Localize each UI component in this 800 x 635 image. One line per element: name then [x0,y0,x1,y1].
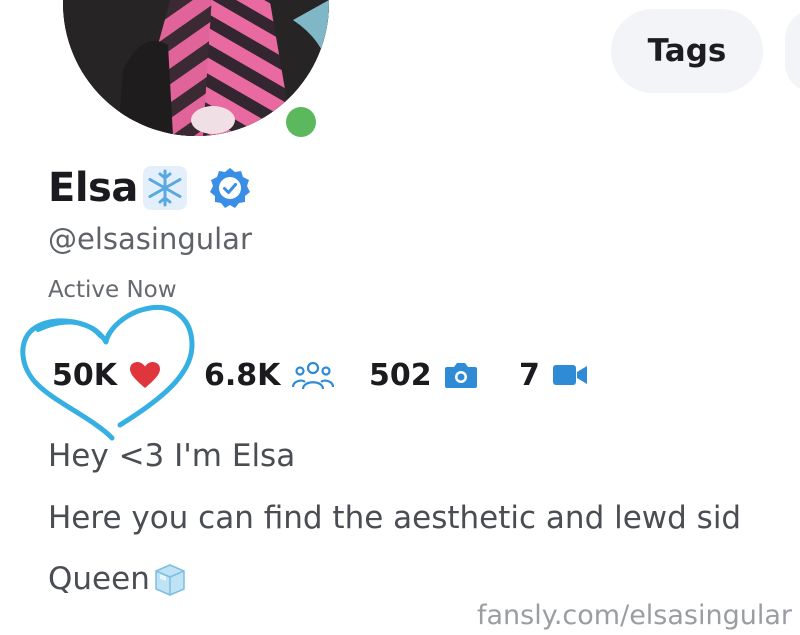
tab-tags-label: Tags [647,33,727,69]
snowflake-emoji-icon [142,166,187,210]
camera-icon [444,363,477,388]
bio-line-2: Here you can find the aesthetic and lewd… [48,500,742,536]
username-handle: @elsasingular [48,222,252,256]
ice-cube-emoji-icon [155,564,185,596]
tab-tags[interactable]: Tags [611,9,763,93]
bio-line-3: Queen [48,561,188,597]
fans-stat[interactable]: 6.8K [204,358,369,393]
display-name: Elsa [48,165,138,211]
photos-stat[interactable]: 502 [369,358,519,393]
verified-badge-icon [209,168,250,208]
profile-page: Tags Elsa @elsasingular Active Now 50K 6… [0,0,800,635]
photos-count: 502 [369,357,432,393]
online-status-dot [286,107,316,137]
profile-stats: 50K 6.8K 502 7 [52,351,588,399]
likes-count: 50K [52,357,117,393]
likes-stat[interactable]: 50K [52,358,204,393]
tab-next[interactable] [785,9,800,93]
activity-status: Active Now [48,277,177,303]
video-camera-icon [552,365,587,385]
videos-count: 7 [519,357,540,393]
fans-count: 6.8K [204,357,281,393]
name-row: Elsa [48,160,252,216]
people-icon [292,361,335,390]
heart-icon [130,362,160,388]
bio-line-1: Hey <3 I'm Elsa [48,438,296,474]
watermark-text: fansly.com/elsasingular [476,600,792,631]
bio-line-3-text: Queen [48,561,150,597]
videos-stat[interactable]: 7 [519,358,588,393]
